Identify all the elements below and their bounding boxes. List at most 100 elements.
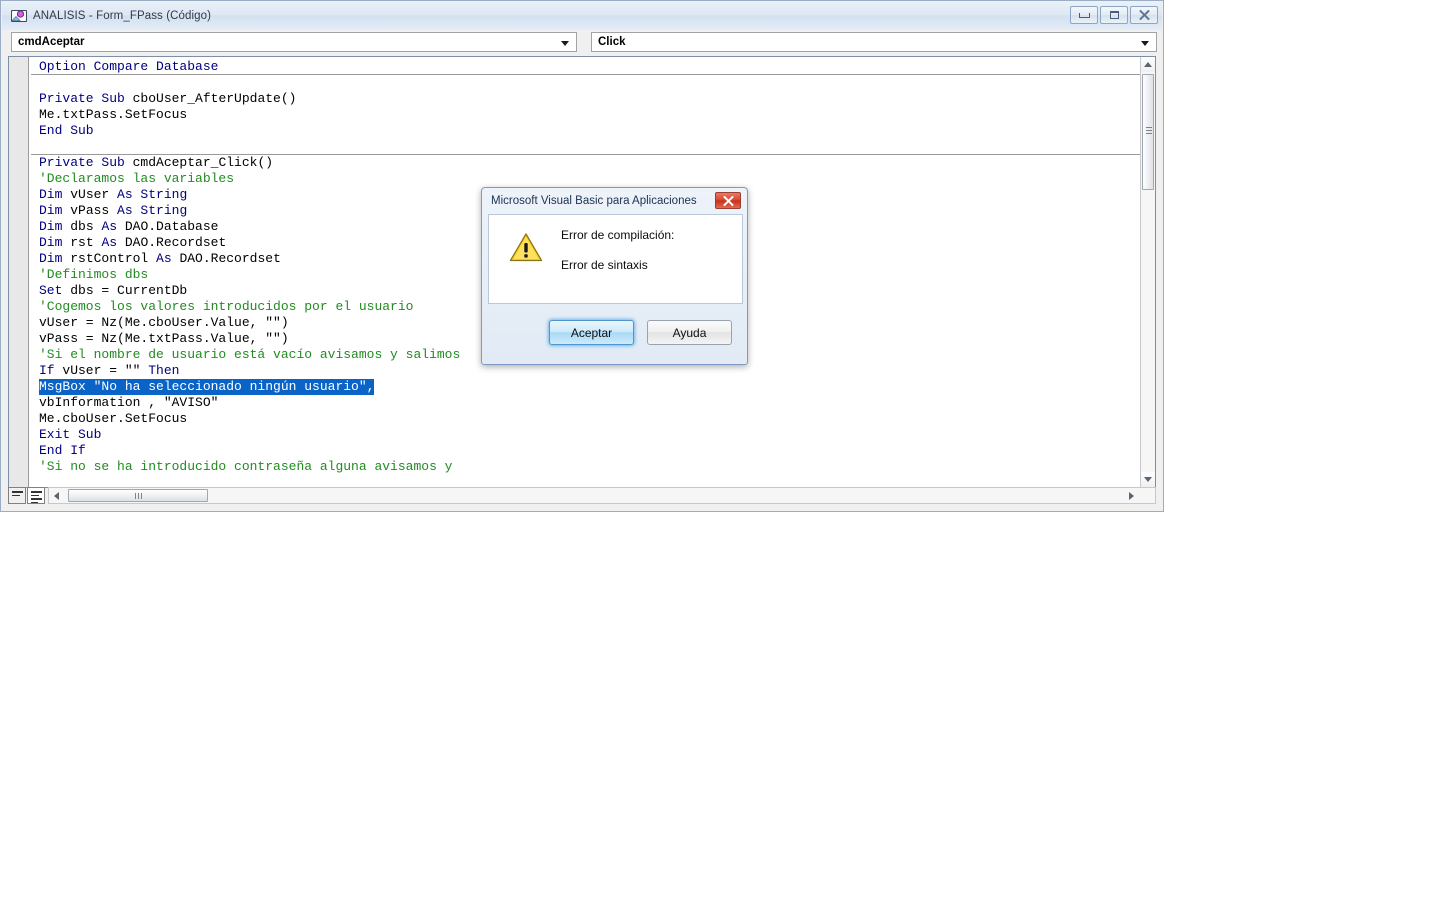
resize-grip-icon[interactable] [1140, 489, 1154, 503]
code-token: DAO.Recordset [124, 235, 227, 250]
code-token: Dim [39, 251, 71, 266]
code-token: Dim [39, 187, 71, 202]
arrow-up-icon [1144, 62, 1152, 67]
object-dropdown[interactable]: cmdAceptar [11, 31, 577, 52]
code-token: vUser [70, 187, 118, 202]
code-token: dbs = CurrentDb [70, 283, 188, 298]
close-button[interactable] [1130, 6, 1158, 24]
code-token: As [101, 219, 125, 234]
minimize-icon [1078, 12, 1090, 18]
code-line[interactable]: 'Declaramos las variables [39, 171, 1141, 187]
code-line[interactable]: Me.txtPass.SetFocus [39, 107, 1141, 123]
code-pane-bottom-bar [8, 487, 1156, 505]
code-token: cboUser_AfterUpdate() [132, 91, 297, 106]
code-token: dbs [70, 219, 102, 234]
code-token: rst [70, 235, 102, 250]
code-line[interactable] [39, 139, 1141, 155]
selected-code-text: MsgBox "No ha seleccionado ningún usuari… [39, 379, 375, 395]
code-token: Dim [39, 219, 71, 234]
scroll-right-button[interactable] [1124, 488, 1139, 503]
scroll-thumb-grip-icon [134, 492, 142, 499]
code-line[interactable]: 'Si no se ha introducido contraseña algu… [39, 459, 1141, 475]
chevron-down-icon [561, 40, 569, 46]
code-token: Then [148, 363, 180, 378]
window-controls [1070, 6, 1158, 24]
chevron-down-icon [1141, 40, 1149, 46]
code-token: vUser = "" [62, 363, 149, 378]
restore-icon [1109, 11, 1119, 19]
code-line[interactable]: If vUser = "" Then [39, 363, 1141, 379]
code-separator-line [31, 74, 1140, 75]
warning-triangle-icon [509, 232, 543, 262]
vertical-scrollbar[interactable] [1140, 57, 1155, 487]
code-token: Me.txtPass.SetFocus [39, 107, 188, 122]
accept-button[interactable]: Aceptar [549, 320, 634, 345]
close-icon [1139, 10, 1150, 20]
code-token: cmdAceptar_Click() [132, 155, 274, 170]
code-token: End If [39, 443, 86, 458]
code-line[interactable]: Me.cboUser.SetFocus [39, 411, 1141, 427]
margin-indicator-bar[interactable] [9, 57, 29, 487]
code-line[interactable]: Private Sub cmdAceptar_Click() [39, 155, 1141, 171]
code-token: DAO.Database [124, 219, 219, 234]
window-titlebar[interactable]: ANALISIS - Form_FPass (Código) [2, 2, 1162, 30]
procedure-view-button[interactable] [8, 487, 26, 504]
code-token: As String [117, 187, 188, 202]
code-token: Dim [39, 235, 71, 250]
code-token: 'Si el nombre de usuario está vacío avis… [39, 347, 461, 362]
dialog-close-button[interactable] [715, 192, 741, 209]
procedure-dropdown[interactable]: Click [591, 31, 1157, 52]
code-token: vPass = Nz(Me.txtPass.Value, "") [39, 331, 289, 346]
dialog-titlebar[interactable]: Microsoft Visual Basic para Aplicaciones [482, 188, 747, 214]
object-dropdown-value: cmdAceptar [18, 35, 85, 48]
help-button[interactable]: Ayuda [647, 320, 732, 345]
full-module-view-button[interactable] [27, 487, 45, 504]
dialog-body: Error de compilación: Error de sintaxis [488, 214, 743, 304]
code-line[interactable]: Private Sub cboUser_AfterUpdate() [39, 91, 1141, 107]
code-token: 'Declaramos las variables [39, 171, 235, 186]
code-line[interactable]: Exit Sub [39, 427, 1141, 443]
minimize-button[interactable] [1070, 6, 1098, 24]
dialog-title: Microsoft Visual Basic para Aplicaciones [491, 195, 697, 207]
dialog-message-line-1: Error de compilación: [561, 228, 675, 242]
code-token: vPass [70, 203, 118, 218]
code-token: End Sub [39, 123, 94, 138]
code-token: As [101, 235, 125, 250]
code-token: Private Sub [39, 91, 133, 106]
procedure-dropdown-value: Click [598, 35, 626, 48]
arrow-down-icon [1144, 477, 1152, 482]
horizontal-scrollbar[interactable] [48, 487, 1156, 504]
code-token: As String [117, 203, 188, 218]
code-line[interactable] [39, 75, 1141, 91]
arrow-left-icon [54, 491, 59, 500]
code-token: rstControl [70, 251, 157, 266]
restore-button[interactable] [1100, 6, 1128, 24]
code-pane-dropdown-bar: cmdAceptar Click [2, 30, 1162, 53]
procedure-view-icon [12, 491, 23, 498]
code-token: 'Cogemos los valores introducidos por el… [39, 299, 414, 314]
code-token: Private Sub [39, 155, 133, 170]
compile-error-dialog: Microsoft Visual Basic para Aplicaciones… [481, 187, 748, 365]
full-module-view-icon [31, 491, 42, 505]
code-token: Exit Sub [39, 427, 102, 442]
dialog-button-row: Aceptar Ayuda [482, 320, 747, 345]
scroll-up-button[interactable] [1141, 57, 1155, 72]
code-token: vUser = Nz(Me.cboUser.Value, "") [39, 315, 289, 330]
scroll-thumb-grip-icon [1146, 127, 1152, 134]
arrow-right-icon [1129, 491, 1134, 500]
code-token: As [156, 251, 180, 266]
code-line[interactable]: End Sub [39, 123, 1141, 139]
code-line[interactable]: vbInformation , "AVISO" [39, 395, 1141, 411]
code-line[interactable]: MsgBox "No ha seleccionado ningún usuari… [39, 379, 1141, 395]
horizontal-scroll-thumb[interactable] [68, 489, 208, 502]
code-token: Me.cboUser.SetFocus [39, 411, 188, 426]
code-line[interactable]: End If [39, 443, 1141, 459]
scroll-down-button[interactable] [1141, 472, 1155, 487]
vertical-scroll-thumb[interactable] [1142, 74, 1154, 190]
code-token: If [39, 363, 63, 378]
code-token: 'Definimos dbs [39, 267, 149, 282]
scroll-left-button[interactable] [49, 488, 64, 503]
code-token: DAO.Recordset [179, 251, 281, 266]
dialog-message-line-2: Error de sintaxis [561, 258, 648, 272]
code-line[interactable]: Option Compare Database [39, 59, 1141, 75]
